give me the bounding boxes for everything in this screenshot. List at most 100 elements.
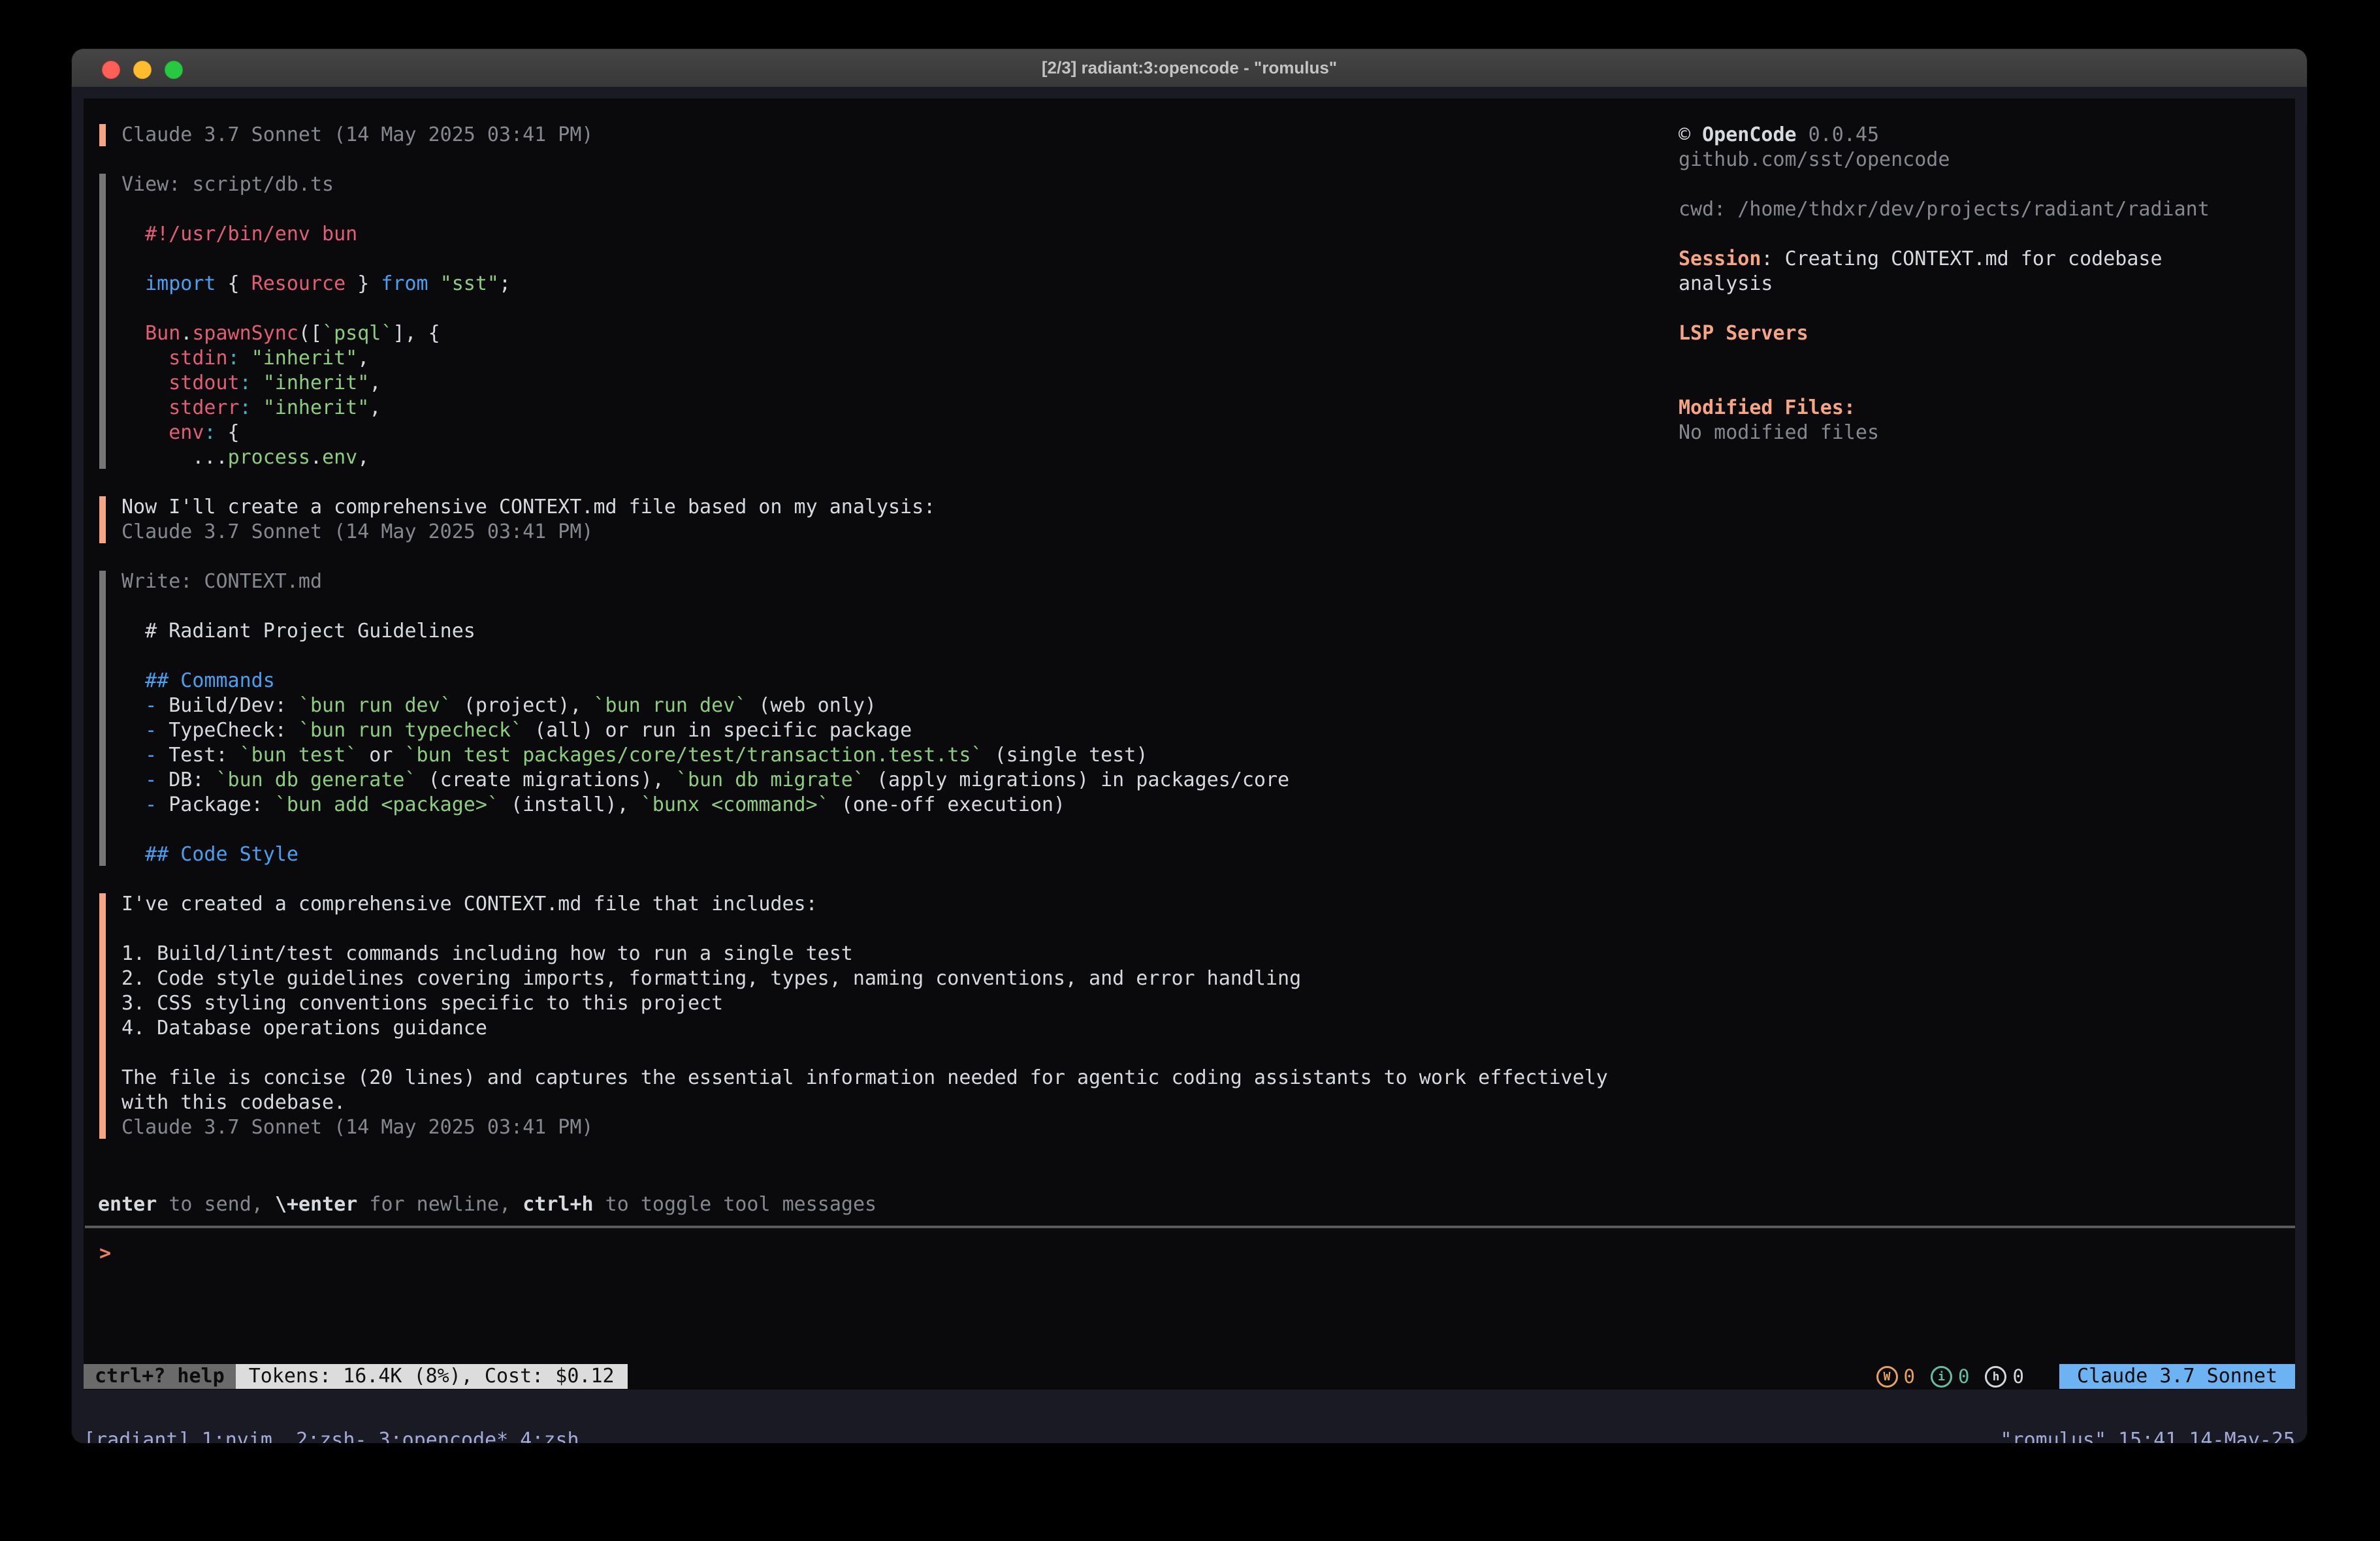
text-line: I've created a comprehensive CONTEXT.md … — [121, 892, 1680, 917]
text-segment: #!/usr/bin/env bun — [121, 223, 357, 246]
text-segment: . — [310, 446, 322, 469]
text-line — [121, 296, 1680, 321]
text-line: No modified files — [1679, 421, 2286, 445]
text-segment: or — [357, 744, 404, 767]
input-divider — [85, 1226, 2295, 1228]
text-segment: `bunx <command>` — [641, 793, 829, 816]
text-segment: (project), — [452, 694, 594, 717]
text-line: - TypeCheck: `bun run typecheck` (all) o… — [121, 718, 1680, 743]
text-segment: from — [381, 272, 428, 295]
text-line: analysis — [1679, 272, 2286, 296]
text-segment: to send, — [157, 1193, 275, 1216]
text-segment: Now I'll create a comprehensive CONTEXT.… — [121, 496, 935, 518]
text-segment: - — [145, 793, 157, 816]
text-segment: 4. Database operations guidance — [121, 1017, 487, 1040]
text-line — [1679, 172, 2286, 197]
text-segment: stderr — [169, 396, 239, 419]
text-segment: ## Commands — [121, 669, 275, 692]
text-segment: 0.0.45 — [1797, 123, 1879, 146]
text-segment: (web only) — [747, 694, 876, 717]
text-segment: cwd: — [1679, 198, 1737, 221]
text-segment: (apply migrations) in packages/core — [865, 769, 1289, 791]
tokens-cost-badge: Tokens: 16.4K (8%), Cost: $0.12 — [236, 1364, 628, 1389]
text-segment: stdout — [169, 372, 239, 394]
text-segment: process — [228, 446, 310, 469]
chat-block-tool: Write: CONTEXT.md # Radiant Project Guid… — [99, 569, 1680, 867]
text-line: 1. Build/lint/test commands including ho… — [121, 942, 1680, 966]
text-segment: "inherit" — [263, 396, 370, 419]
text-segment: : — [204, 421, 216, 444]
text-line — [121, 247, 1680, 272]
tmux-status-bar: [radiant] 1:nvim 2:zsh- 3:opencode* 4:zs… — [84, 1427, 2295, 1443]
text-line: View: script/db.ts — [121, 172, 1680, 197]
text-segment — [121, 322, 145, 345]
tmux-session-windows[interactable]: [radiant] 1:nvim 2:zsh- 3:opencode* 4:zs… — [84, 1429, 579, 1444]
text-segment — [121, 372, 169, 394]
text-segment — [240, 347, 251, 370]
diagnostic-letter-icon: i — [1931, 1366, 1952, 1388]
model-badge[interactable]: Claude 3.7 Sonnet — [2059, 1364, 2295, 1389]
text-segment — [121, 793, 145, 816]
text-line: ## Code Style — [121, 842, 1680, 867]
text-line: stdout: "inherit", — [121, 371, 1680, 396]
minimize-button[interactable] — [133, 61, 152, 79]
text-segment: (create migrations), — [417, 769, 676, 791]
text-segment: ## Code Style — [121, 843, 298, 866]
text-segment: github.com/sst/opencode — [1679, 148, 1950, 171]
status-bar-right: W0i0h0 Claude 3.7 Sonnet — [1876, 1364, 2295, 1389]
text-segment: "inherit" — [251, 347, 358, 370]
window-title: [2/3] radiant:3:opencode - "romulus" — [1042, 58, 1337, 78]
text-segment: } — [346, 272, 381, 295]
text-line: - Test: `bun test` or `bun test packages… — [121, 743, 1680, 768]
text-segment: (one-off execution) — [829, 793, 1065, 816]
text-segment — [121, 694, 145, 717]
text-segment: ctrl+h — [523, 1193, 593, 1216]
text-segment — [121, 396, 169, 419]
text-segment: "inherit" — [263, 372, 370, 394]
message-input[interactable]: > — [99, 1241, 2255, 1266]
text-segment: { — [216, 421, 240, 444]
text-segment: `bun db generate` — [216, 769, 417, 791]
text-segment: # Radiant Project Guidelines — [121, 620, 475, 643]
diagnostic-w: W0 — [1876, 1365, 1915, 1388]
text-line: Session: Creating CONTEXT.md for codebas… — [1679, 247, 2286, 272]
text-line: Now I'll create a comprehensive CONTEXT.… — [121, 495, 1680, 520]
text-line — [121, 818, 1680, 842]
close-button[interactable] — [102, 61, 120, 79]
text-segment: LSP Servers — [1679, 322, 1809, 345]
info-sidebar: © OpenCode 0.0.45github.com/sst/opencode… — [1679, 123, 2286, 445]
text-line: © OpenCode 0.0.45 — [1679, 123, 2286, 148]
text-line: 4. Database operations guidance — [121, 1016, 1680, 1041]
text-segment: Claude 3.7 Sonnet (14 May 2025 03:41 PM) — [121, 520, 593, 543]
text-segment: `bun run dev` — [594, 694, 747, 717]
text-line: Modified Files: — [1679, 396, 2286, 421]
text-segment: The file is concise (20 lines) and captu… — [121, 1066, 1608, 1089]
text-line: ...process.env, — [121, 445, 1680, 470]
text-segment: stdin — [169, 347, 227, 370]
text-segment: : — [1761, 247, 1784, 270]
window-titlebar[interactable]: [2/3] radiant:3:opencode - "romulus" — [72, 49, 2307, 87]
text-segment: , — [369, 396, 381, 419]
maximize-button[interactable] — [165, 61, 183, 79]
text-line — [121, 1041, 1680, 1066]
text-segment: No modified files — [1679, 421, 1879, 444]
text-line: 2. Code style guidelines covering import… — [121, 966, 1680, 991]
chat-block-tool: View: script/db.ts #!/usr/bin/env bun im… — [99, 172, 1680, 470]
text-segment: for newline, — [357, 1193, 523, 1216]
text-segment: 2. Code style guidelines covering import… — [121, 967, 1301, 990]
status-bar-left: ctrl+? help Tokens: 16.4K (8%), Cost: $0… — [84, 1364, 628, 1389]
text-line: The file is concise (20 lines) and captu… — [121, 1066, 1680, 1090]
text-segment: . — [180, 322, 192, 345]
text-line: Claude 3.7 Sonnet (14 May 2025 03:41 PM) — [121, 123, 1680, 148]
text-line: enter to send, \+enter for newline, ctrl… — [98, 1192, 876, 1217]
text-line: Write: CONTEXT.md — [121, 569, 1680, 594]
text-segment — [121, 744, 145, 767]
text-line — [1679, 296, 2286, 321]
keybind-help: enter to send, \+enter for newline, ctrl… — [98, 1192, 876, 1217]
text-segment: (single test) — [983, 744, 1148, 767]
text-line — [1679, 371, 2286, 396]
text-segment: - — [145, 744, 157, 767]
text-line: github.com/sst/opencode — [1679, 148, 2286, 172]
text-segment: analysis — [1679, 272, 1773, 295]
help-badge[interactable]: ctrl+? help — [84, 1364, 236, 1389]
